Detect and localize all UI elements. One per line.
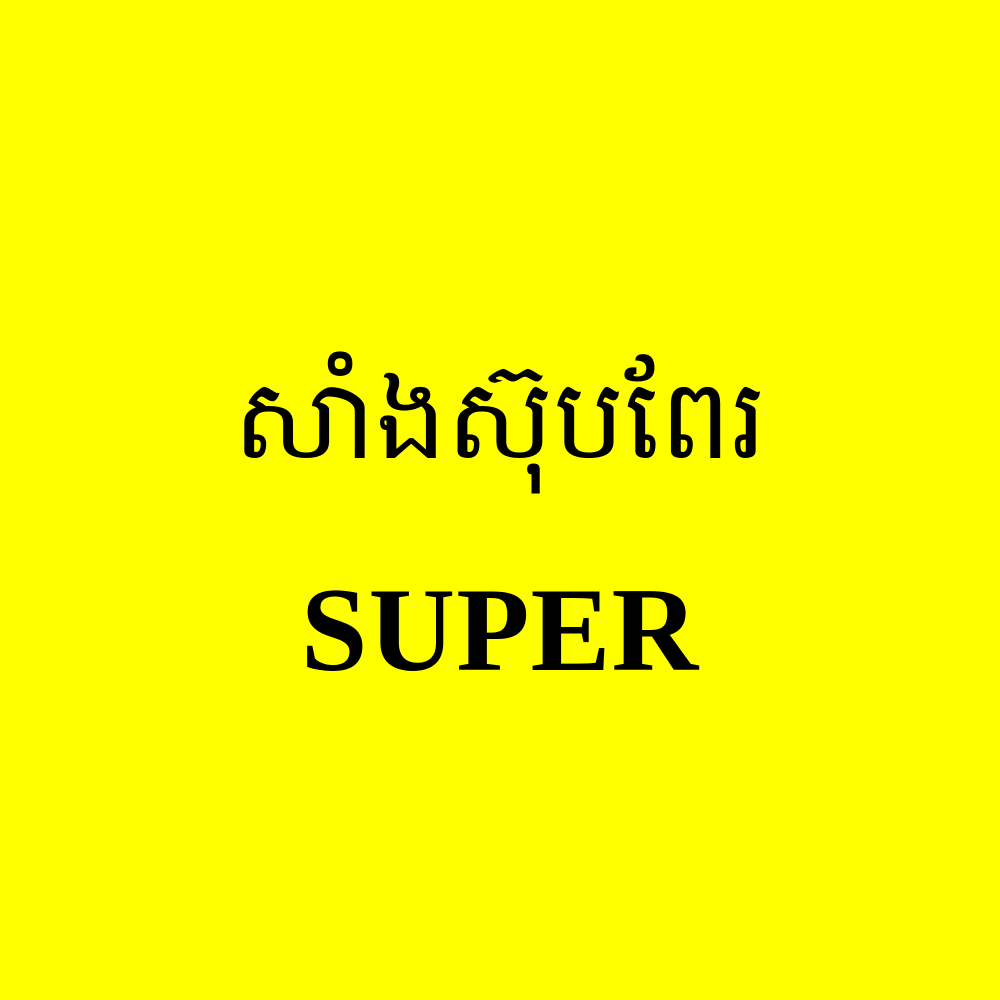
title-card: សាំងស៊ុបពែរ SUPER [0, 0, 1000, 1000]
latin-title: SUPER [300, 563, 700, 696]
khmer-title: សាំងស៊ុបពែរ [233, 355, 767, 485]
